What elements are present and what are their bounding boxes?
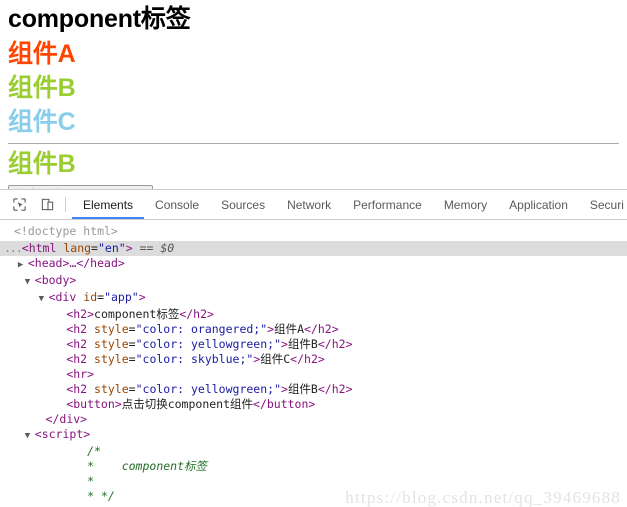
dom-row-html[interactable]: ...<html lang="en"> == $0	[0, 241, 627, 256]
dom-row-body[interactable]: <body>	[0, 273, 627, 290]
devtools-tabs: Elements Console Sources Network Perform…	[72, 190, 627, 219]
page-viewport: component标签 组件A 组件B 组件C 组件B 点击切换componen…	[0, 0, 627, 189]
h2-active-text: 组件B	[287, 382, 318, 396]
div-close-tag: </div>	[45, 412, 88, 426]
device-toolbar-icon-svg	[41, 198, 53, 211]
dom-row-button[interactable]: <button>点击切换component组件</button>	[0, 397, 627, 412]
h2-a-close: </h2>	[304, 322, 339, 336]
dom-row-h2-c[interactable]: <h2 style="color: skyblue;">组件C</h2>	[0, 352, 627, 367]
h2-b-attr: style	[94, 337, 129, 351]
h2-active-close: </h2>	[317, 382, 353, 396]
dom-row-h2-a[interactable]: <h2 style="color: orangered;">组件A</h2>	[0, 322, 627, 337]
html-close-bracket: >	[125, 241, 133, 255]
h2-b-text: 组件B	[287, 337, 318, 351]
inspect-cursor-icon-svg	[12, 198, 26, 211]
html-open-tag: <html	[21, 241, 57, 255]
html-attr-value: "en"	[97, 241, 126, 255]
h2-title-text: component标签	[94, 307, 180, 321]
h2-b-open: <h2	[66, 337, 88, 351]
h2-a-open: <h2	[66, 322, 88, 336]
h2-b-value: "color: yellowgreen;"	[135, 337, 281, 351]
dom-tree[interactable]: <!doctype html> ...<html lang="en"> == $…	[0, 220, 627, 507]
div-disclosure-triangle[interactable]	[39, 292, 49, 307]
dom-row-comment-3[interactable]: * */	[0, 489, 627, 504]
tab-application[interactable]: Application	[498, 190, 579, 219]
script-disclosure-triangle[interactable]	[25, 429, 35, 444]
dom-row-h2-active[interactable]: <h2 style="color: yellowgreen;">组件B</h2>	[0, 382, 627, 397]
dom-row-hr[interactable]: <hr>	[0, 367, 627, 382]
hr-tag: <hr>	[66, 367, 95, 381]
component-c-heading: 组件C	[8, 108, 76, 136]
tab-sources[interactable]: Sources	[210, 190, 276, 219]
button-close: </button>	[253, 397, 316, 411]
body-disclosure-triangle[interactable]	[25, 275, 35, 290]
section-divider	[8, 143, 619, 144]
h2-b-gt: >	[281, 337, 288, 351]
comment-line-3: * */	[87, 489, 115, 503]
component-a-heading: 组件A	[8, 40, 76, 68]
dom-row-doctype[interactable]: <!doctype html>	[0, 224, 627, 241]
tab-elements[interactable]: Elements	[72, 190, 145, 219]
h2-a-attr: style	[94, 322, 129, 336]
h2-a-text: 组件A	[274, 322, 305, 336]
inspect-cursor-icon[interactable]	[5, 190, 33, 219]
h2-active-value: "color: yellowgreen;"	[135, 382, 281, 396]
h2-c-open: <h2	[66, 352, 88, 366]
page-title: component标签	[8, 5, 191, 33]
dom-row-h2-b[interactable]: <h2 style="color: yellowgreen;">组件B</h2>	[0, 337, 627, 352]
h2-active-gt: >	[281, 382, 288, 396]
h2-c-attr: style	[94, 352, 129, 366]
dom-row-div-app[interactable]: <div id="app">	[0, 290, 627, 307]
tab-security[interactable]: Securi	[579, 190, 627, 219]
h2-c-value: "color: skyblue;"	[135, 352, 254, 366]
active-component-heading: 组件B	[8, 150, 76, 178]
devtools-panel: Elements Console Sources Network Perform…	[0, 189, 627, 507]
h2-c-text: 组件C	[260, 352, 291, 366]
dom-row-div-close[interactable]: </div>	[0, 412, 627, 427]
h2-a-value: "color: orangered;"	[135, 322, 268, 336]
script-open-tag: <script>	[34, 427, 91, 441]
head-disclosure-triangle[interactable]	[18, 258, 28, 273]
body-open-tag: <body>	[34, 273, 77, 287]
tab-performance[interactable]: Performance	[342, 190, 433, 219]
toolbar-divider	[65, 197, 66, 212]
dom-row-comment-2[interactable]: *	[0, 474, 627, 489]
h2-title-open: <h2>	[66, 307, 95, 321]
dom-row-h2-title[interactable]: <h2>component标签</h2>	[0, 307, 627, 322]
tab-memory[interactable]: Memory	[433, 190, 498, 219]
div-open-tag: <div	[48, 290, 77, 304]
component-b-heading: 组件B	[8, 74, 76, 102]
comment-line-0: /*	[87, 444, 101, 458]
comment-line-2: *	[87, 474, 95, 488]
button-open: <button>	[66, 397, 122, 411]
dom-row-head[interactable]: <head>…</head>	[0, 256, 627, 273]
div-attr-value: "app"	[104, 290, 139, 304]
tab-console[interactable]: Console	[144, 190, 210, 219]
div-attr-name: id	[83, 290, 98, 304]
selected-node-marker: == $0	[139, 241, 175, 255]
device-toolbar-icon[interactable]	[33, 190, 61, 219]
html-attr-name: lang	[63, 241, 92, 255]
h2-c-close: </h2>	[290, 352, 325, 366]
head-line: <head>…</head>	[27, 256, 125, 270]
doctype-text: <!doctype html>	[14, 224, 118, 238]
dom-row-script[interactable]: <script>	[0, 427, 627, 444]
dom-row-comment-1[interactable]: * component标签	[0, 459, 627, 474]
devtools-toolbar: Elements Console Sources Network Perform…	[0, 190, 627, 220]
expand-ellipsis[interactable]: ...	[4, 241, 23, 255]
dom-row-comment-0[interactable]: /*	[0, 444, 627, 459]
comment-line-1: * component标签	[87, 459, 208, 473]
h2-active-attr: style	[94, 382, 129, 396]
h2-active-open: <h2	[66, 382, 88, 396]
h2-title-close: </h2>	[179, 307, 214, 321]
tab-network[interactable]: Network	[276, 190, 342, 219]
button-text: 点击切换component组件	[121, 397, 254, 411]
h2-b-close: </h2>	[317, 337, 353, 351]
